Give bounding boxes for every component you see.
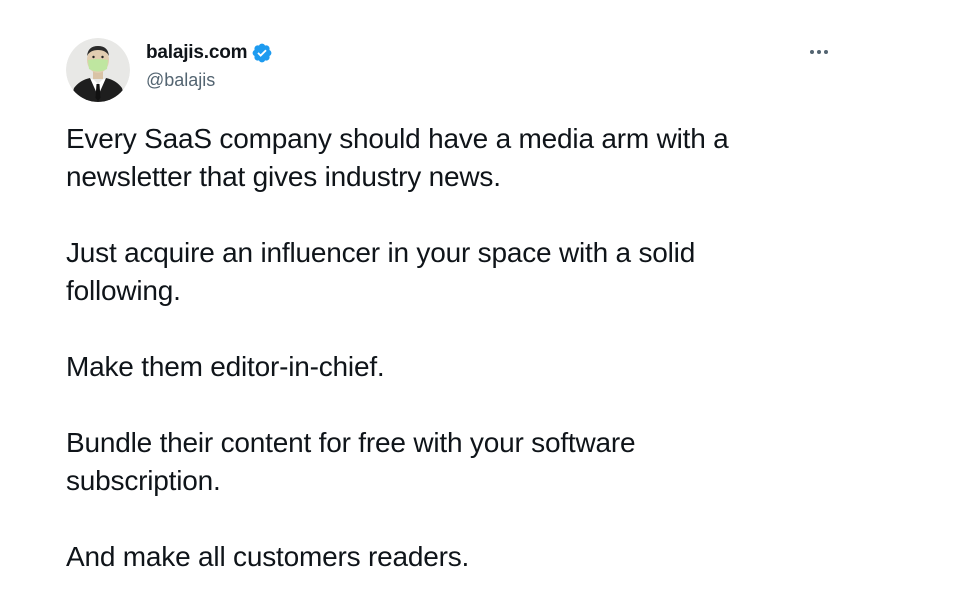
tweet-paragraph: And make all customers readers.	[66, 541, 470, 572]
tweet-paragraph: Just acquire an influencer in your space…	[66, 237, 696, 306]
verified-badge-icon	[251, 42, 273, 64]
tweet-paragraph: Bundle their content for free with your …	[66, 427, 636, 496]
author-name-row: balajis.com	[146, 40, 273, 66]
tweet-text: Every SaaS company should have a media a…	[66, 120, 846, 576]
tweet-paragraph: Make them editor-in-chief.	[66, 351, 385, 382]
author-avatar[interactable]	[66, 38, 130, 102]
tweet-paragraph: Every SaaS company should have a media a…	[66, 123, 729, 192]
avatar-portrait-icon	[66, 38, 130, 102]
author-handle[interactable]: @balajis	[146, 70, 215, 91]
author-display-name[interactable]: balajis.com	[146, 42, 247, 64]
more-dots-icon	[810, 50, 828, 54]
tweet-card: balajis.com @balajis Every SaaS company …	[0, 0, 954, 598]
more-options-button[interactable]	[806, 42, 832, 62]
